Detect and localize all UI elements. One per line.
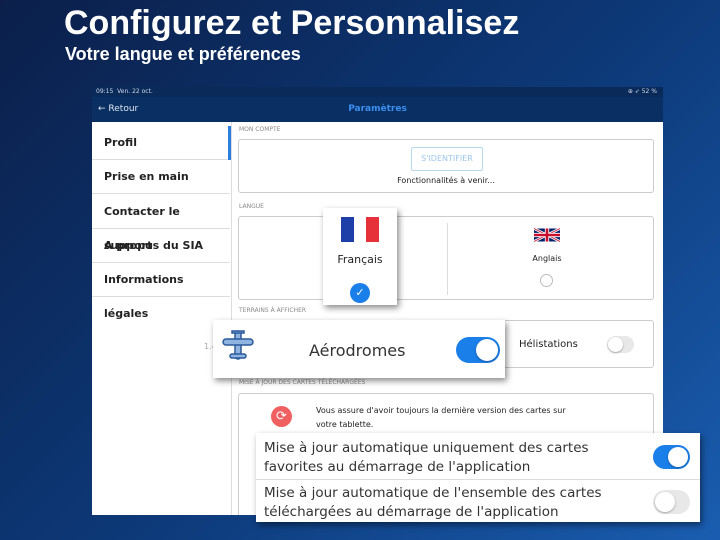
sidebar-item-infos-legales[interactable]: Informations légales [92, 263, 230, 320]
helistations-toggle[interactable] [607, 336, 634, 353]
section-heading: TERRAINS À AFFICHER [239, 307, 307, 314]
status-time: 09:15 [96, 88, 114, 95]
status-indicators: ⊕ ➶ 52 % [627, 88, 657, 95]
status-date: Ven. 22 oct. [117, 88, 153, 95]
helistations-label: Hélistations [519, 339, 578, 350]
nav-bar: Paramètres ← Retour [92, 97, 663, 122]
france-flag-icon [341, 217, 380, 242]
french-option-card[interactable]: Français ✓ [323, 208, 397, 305]
section-heading: MISE À JOUR DES CARTES TÉLÉCHARGÉES [239, 379, 366, 386]
all-update-toggle[interactable] [653, 490, 690, 514]
auto-update-options: Mise à jour automatique uniquement des c… [256, 433, 700, 522]
option-favorites-label: Mise à jour automatique uniquement des c… [264, 440, 589, 475]
sidebar-item-support[interactable]: Contacter le support [92, 195, 230, 252]
back-label: Retour [108, 104, 139, 114]
updates-desc-1: Vous assure d'avoir toujours la dernière… [316, 406, 566, 415]
section-heading: LANGUE [239, 203, 264, 210]
status-bar: 09:15 Ven. 22 oct. ⊕ ➶ 52 % [92, 87, 663, 97]
updates-desc-2: votre tablette. [316, 420, 374, 429]
aerodromes-label: Aérodromes [309, 341, 406, 360]
language-french: Français [337, 253, 383, 266]
check-icon: ✓ [350, 283, 370, 303]
aerodromes-card: Aérodromes [213, 320, 505, 378]
language-english[interactable]: Anglais [509, 254, 585, 263]
sync-icon: ⟳ [271, 406, 292, 427]
airplane-icon [222, 330, 254, 360]
headline-subtitle: Votre langue et préférences [65, 44, 301, 64]
aerodromes-toggle[interactable] [456, 337, 500, 363]
sidebar-item-profil[interactable]: Profil [92, 126, 230, 160]
sidebar-item-a-propos[interactable]: A propos du SIA [92, 229, 230, 263]
sidebar-item-prise-en-main[interactable]: Prise en main [92, 160, 230, 194]
page-title: Paramètres [348, 104, 407, 114]
login-button[interactable]: S'IDENTIFIER [411, 147, 483, 171]
account-note: Fonctionnalités à venir... [397, 176, 495, 185]
back-button[interactable]: ← Retour [98, 97, 138, 122]
headline-title: Configurez et Personnalisez [64, 4, 520, 42]
language-box: Anglais [238, 216, 654, 300]
favorites-update-toggle[interactable] [653, 445, 690, 469]
uk-flag-icon [534, 227, 560, 243]
sidebar: Profil Prise en main Contacter le suppor… [92, 122, 232, 515]
active-indicator [228, 126, 231, 160]
arrow-left-icon: ← [98, 104, 106, 114]
english-radio[interactable] [540, 274, 553, 287]
section-heading: MON COMPTE [239, 126, 281, 133]
account-box: S'IDENTIFIER Fonctionnalités à venir... [238, 139, 654, 193]
option-all-label: Mise à jour automatique de l'ensemble de… [264, 485, 602, 520]
